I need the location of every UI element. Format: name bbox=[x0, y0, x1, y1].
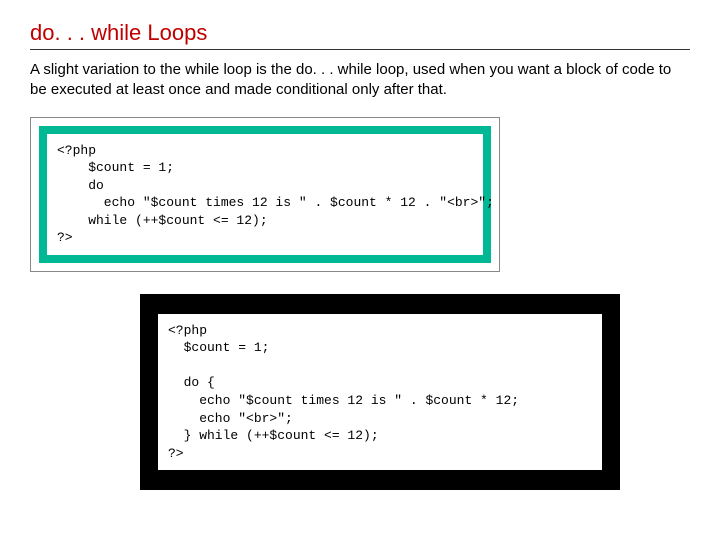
code-example-2-inner: <?php $count = 1; do { echo "$count time… bbox=[158, 314, 602, 470]
code-example-2: <?php $count = 1; do { echo "$count time… bbox=[168, 322, 592, 462]
code-example-2-container: <?php $count = 1; do { echo "$count time… bbox=[140, 294, 620, 490]
code-example-1-border: <?php $count = 1; do echo "$count times … bbox=[39, 126, 491, 263]
code-example-1-container: <?php $count = 1; do echo "$count times … bbox=[30, 117, 500, 272]
section-heading: do. . . while Loops bbox=[30, 20, 690, 50]
section-description: A slight variation to the while loop is … bbox=[30, 60, 690, 101]
code-example-1: <?php $count = 1; do echo "$count times … bbox=[57, 142, 473, 247]
